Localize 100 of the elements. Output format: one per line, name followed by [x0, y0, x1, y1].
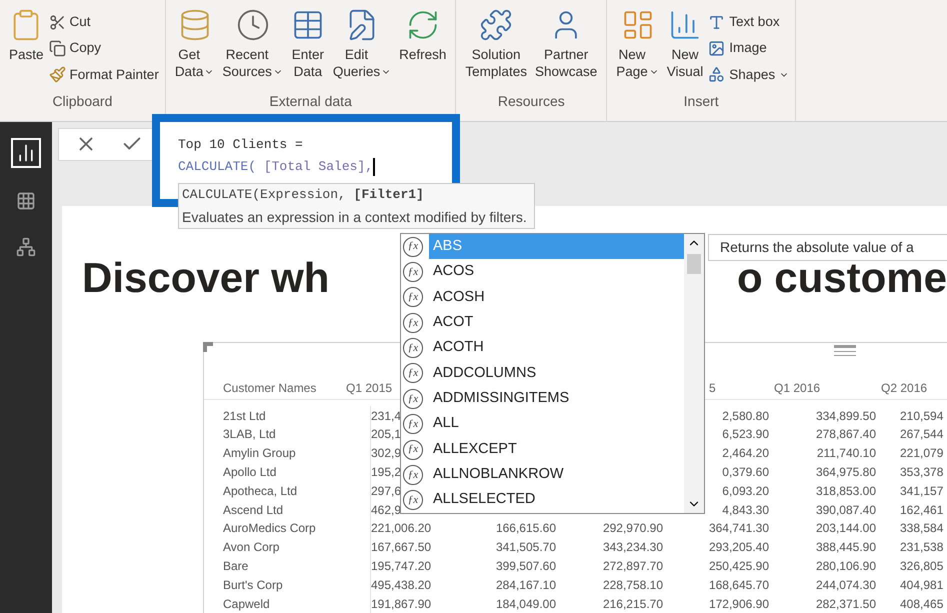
table-cell: 280,106.90 [816, 559, 876, 573]
function-item[interactable]: ALLSELECTED [429, 488, 684, 513]
column-header: 5 [709, 381, 716, 396]
table-cell: 221,006.20 [371, 521, 432, 536]
table-cell: 338,584 [900, 521, 944, 536]
shapes-icon [708, 66, 726, 84]
function-item[interactable]: ACOTH [429, 335, 684, 361]
table-cell-text: Apollo Ltd [223, 464, 276, 482]
table-cell: 364,975.80 [816, 465, 876, 480]
function-item[interactable]: ACOSH [429, 284, 684, 310]
group-label: External data [269, 93, 352, 111]
table-cell: 462,9 [371, 502, 402, 517]
scroll-thumb[interactable] [687, 254, 701, 274]
function-item[interactable]: ACOS [429, 259, 684, 285]
group-label: Clipboard [52, 93, 112, 111]
table-cell: 399,507.60 [496, 559, 556, 573]
function-item[interactable]: ALLNOBLANKROW [429, 462, 684, 488]
function-icon: ƒx [403, 464, 423, 485]
ribbon-button[interactable]: Solution Templates [462, 8, 530, 93]
table-cell: 210,594 [900, 408, 944, 423]
function-icon: ƒx [403, 388, 423, 409]
ribbon-button[interactable]: New Visual [664, 8, 706, 93]
scissors-icon [48, 14, 66, 31]
function-icon: ƒx [403, 312, 423, 333]
table-cell: 341,157 [900, 484, 944, 498]
ribbon-button[interactable]: Shapes [708, 64, 790, 85]
table-cell: 195,747.20 [371, 559, 432, 573]
function-item[interactable]: ACOT [429, 310, 684, 336]
scrollbar[interactable] [684, 234, 704, 513]
column-header: Q1 2015 [346, 381, 392, 396]
clock-icon [236, 8, 270, 42]
corner-handle-icon [203, 342, 213, 352]
formula-editor[interactable]: Top 10 Clients = CALCULATE( [Total Sales], [160, 122, 452, 178]
ribbon-button[interactable]: Paste [6, 8, 47, 93]
ribbon-button[interactable]: Refresh [396, 8, 450, 93]
paintbrush-icon [48, 66, 66, 84]
grid-icon [16, 191, 36, 211]
table-cell: 326,805 [900, 559, 944, 573]
table-cell: 4,843.30 [722, 502, 769, 517]
image-icon [708, 40, 726, 57]
table-cell: 211,740.10 [816, 446, 876, 460]
table-cell-text: 3LAB, Ltd [223, 426, 276, 444]
table-cell-text: Capweld [223, 596, 270, 613]
function-tooltip: Returns the absolute value of a [708, 234, 947, 261]
group-label: Resources [498, 93, 565, 111]
table-cell-text: Bare [223, 558, 248, 575]
function-icon: ƒx [403, 262, 423, 282]
table-cell: 184,049.00 [496, 596, 556, 611]
ribbon-button[interactable]: Partner Showcase [532, 8, 600, 93]
function-icon: ƒx [403, 490, 423, 510]
function-icon: ƒx [403, 414, 423, 434]
ribbon-button[interactable]: Recent Sources [219, 8, 286, 93]
table-cell: 2,464.20 [722, 446, 769, 460]
table-cell: 231,4 [371, 408, 402, 423]
table-cell-text: Ascend Ltd [223, 502, 284, 519]
table-cell: 221,079 [900, 446, 944, 460]
table-cell-text: 21st Ltd [223, 408, 266, 425]
ribbon-button[interactable]: Cut [48, 12, 159, 32]
group-label: Insert [684, 93, 719, 111]
function-item[interactable]: ADDCOLUMNS [429, 360, 684, 386]
puzzle-icon [479, 8, 514, 42]
function-icon: ƒx [403, 338, 423, 358]
report-title: Discover wh [82, 253, 330, 304]
table-cell: 267,544 [900, 427, 944, 442]
ribbon-button[interactable]: Image [708, 38, 790, 58]
table-cell: 302,9 [371, 446, 402, 460]
function-item[interactable]: ADDMISSINGITEMS [429, 386, 684, 412]
table-cell-text: Avon Corp [223, 539, 280, 556]
ribbon-button[interactable]: New Page [613, 8, 662, 93]
table-cell: 272,897.70 [602, 559, 663, 573]
table-cell: 166,615.60 [496, 521, 556, 536]
function-item[interactable]: ALL [429, 412, 684, 437]
ribbon-button[interactable]: Enter Data [288, 8, 328, 93]
function-icon: ƒx [403, 440, 423, 460]
copy-icon [48, 40, 66, 57]
ribbon-button[interactable]: Copy [48, 38, 159, 58]
table-cell: 297,6 [371, 484, 402, 498]
ribbon-button[interactable]: Get Data [172, 8, 218, 93]
table-cell: 205,1 [371, 427, 402, 442]
table-cell: 216,215.70 [602, 596, 663, 611]
table-cell: 167,667.50 [371, 540, 432, 554]
diagram-icon [16, 237, 36, 257]
table-cell: 292,970.90 [602, 521, 663, 536]
table-cell: 0,379.60 [722, 465, 769, 480]
text-box-icon [708, 14, 726, 31]
table-cell: 341,505.70 [496, 540, 556, 554]
ribbon-button[interactable]: Text box [708, 12, 790, 32]
column-header: Customer Names [223, 381, 316, 396]
table-cell: 244,074.30 [816, 578, 876, 592]
table-cell: 318,853.00 [816, 484, 876, 498]
view-button[interactable] [11, 138, 41, 168]
table-cell: 404,981 [900, 578, 944, 592]
ribbon-button[interactable]: Format Painter [48, 64, 159, 85]
table-cell: 228,758.10 [602, 578, 663, 592]
table-cell: 203,144.00 [816, 521, 876, 536]
function-item[interactable]: ALLEXCEPT [429, 436, 684, 462]
ribbon-button[interactable]: Edit Queries [330, 8, 394, 93]
signature-text: CALCULATE(Expression, [Filter1] [182, 186, 425, 204]
column-header: Q2 2016 [881, 381, 928, 396]
table-cell: 284,167.10 [496, 578, 556, 592]
